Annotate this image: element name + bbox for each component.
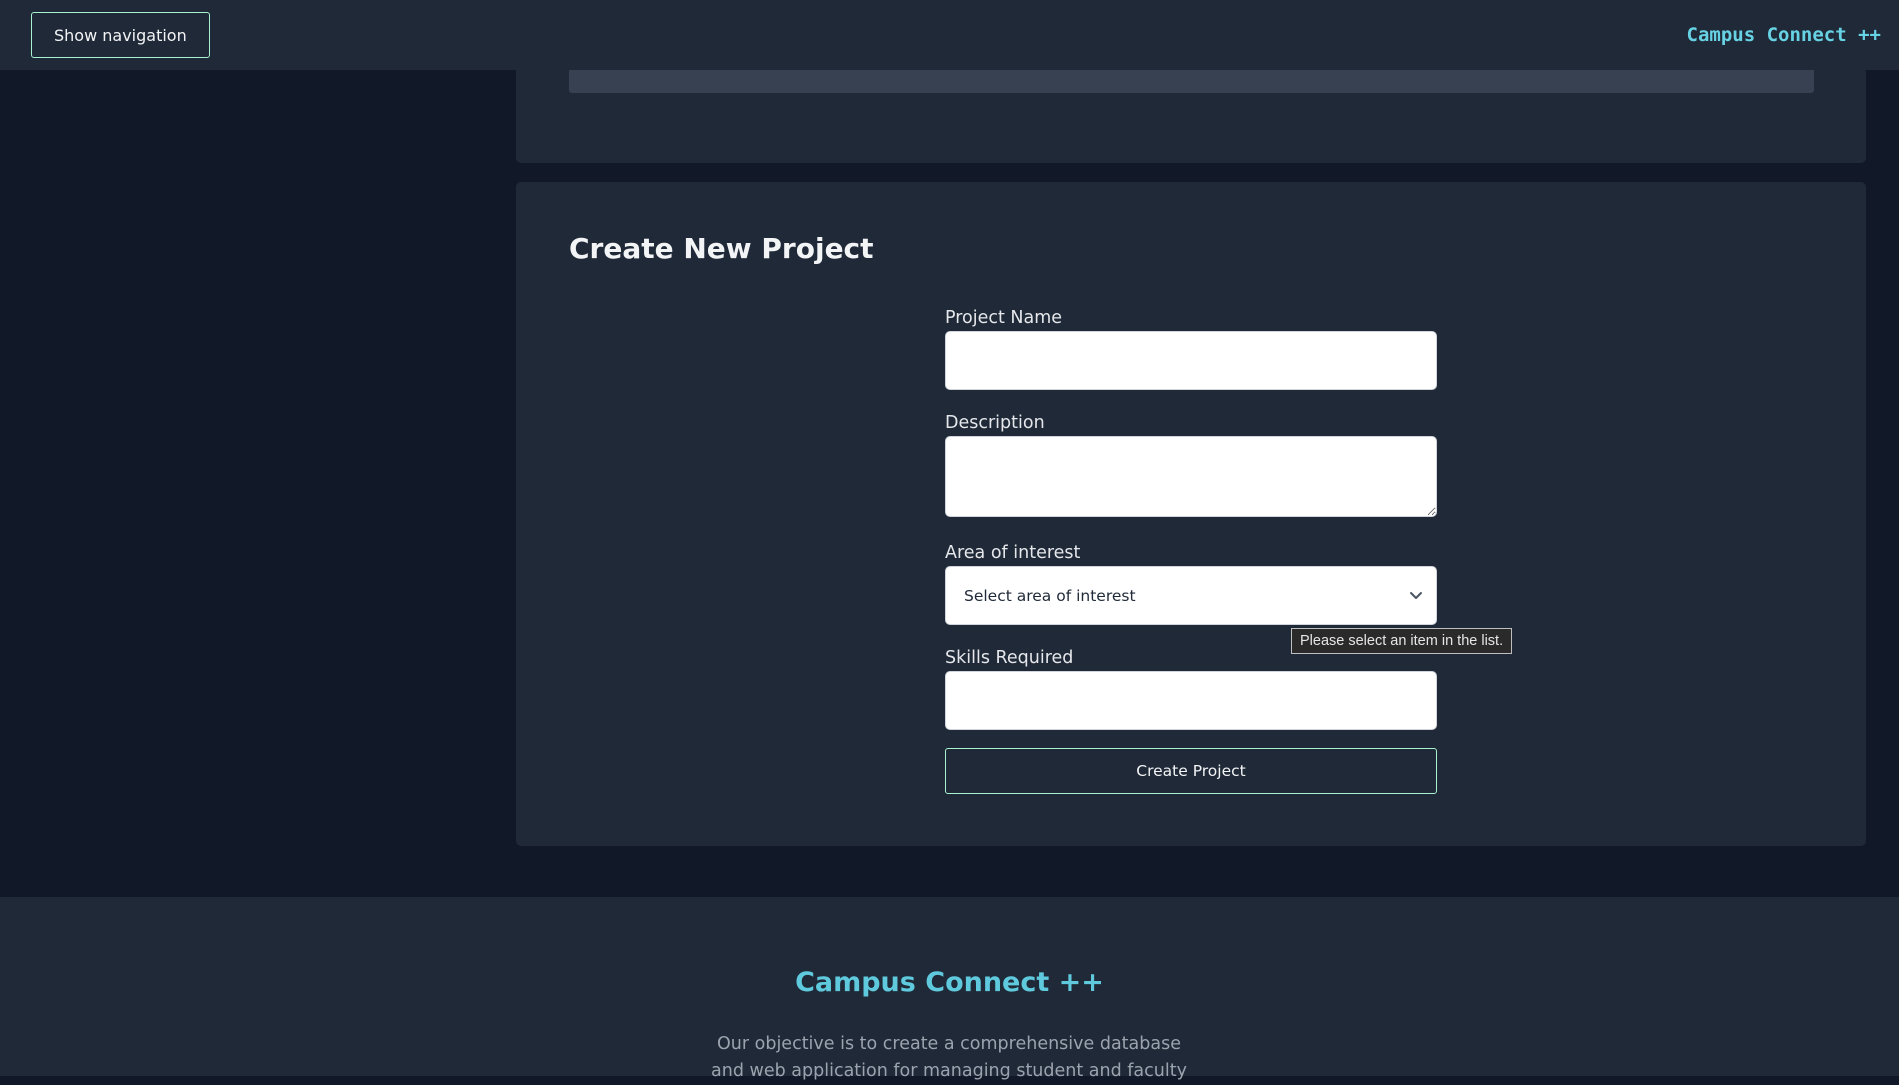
previous-section-bar (569, 68, 1814, 93)
description-label: Description (945, 413, 1045, 433)
create-project-form: Project Name Description Area of interes… (945, 307, 1437, 794)
area-of-interest-label: Area of interest (945, 543, 1081, 563)
brand-logo-text[interactable]: Campus Connect ++ (1687, 24, 1881, 46)
project-name-label: Project Name (945, 308, 1063, 328)
description-textarea[interactable] (945, 436, 1437, 517)
validation-tooltip: Please select an item in the list. (1291, 628, 1513, 654)
area-of-interest-select[interactable]: Select area of interest (945, 566, 1437, 625)
create-project-card: Create New Project Project Name Descript… (516, 182, 1866, 846)
footer-brand-title: Campus Connect ++ (795, 967, 1104, 998)
top-bar: Show navigation Campus Connect ++ (0, 0, 1899, 70)
chevron-down-icon (1408, 587, 1424, 603)
show-navigation-button[interactable]: Show navigation (31, 12, 210, 58)
footer-description: Our objective is to create a comprehensi… (711, 1034, 1187, 1081)
create-project-button[interactable]: Create Project (945, 748, 1437, 794)
area-of-interest-selected-value: Select area of interest (964, 586, 1136, 605)
project-name-input[interactable] (945, 331, 1437, 390)
page-title: Create New Project (569, 232, 874, 265)
skills-required-input[interactable] (945, 671, 1437, 730)
site-footer: Campus Connect ++ Our objective is to cr… (0, 897, 1899, 1081)
